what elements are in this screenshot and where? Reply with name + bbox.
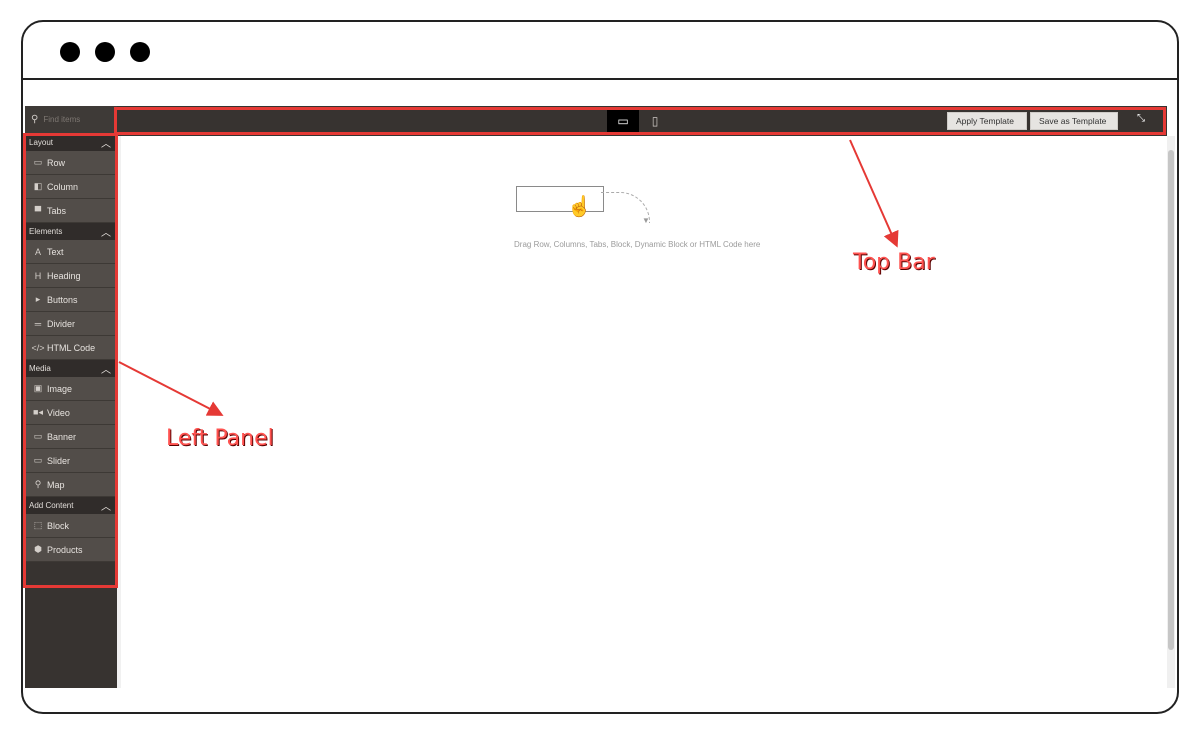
top-bar-callout: Top Bar — [853, 250, 935, 275]
search-icon: ⚲ — [31, 114, 39, 125]
left-panel-highlight — [23, 133, 118, 588]
window-dot-icon — [60, 42, 80, 62]
scrollbar[interactable] — [1167, 136, 1175, 688]
arrow-head-icon: ▼ — [642, 216, 650, 225]
top-bar-highlight — [114, 107, 1166, 135]
window-dot-icon — [95, 42, 115, 62]
search-input[interactable] — [43, 115, 104, 124]
left-panel-callout: Left Panel — [166, 426, 274, 451]
page-builder: ⚲ Layout︿▭Row◧Column▀TabsElements︿ATextH… — [25, 106, 1175, 688]
stage-canvas[interactable]: ☝ ▼ Drag Row, Columns, Tabs, Block, Dyna… — [117, 136, 1167, 688]
search-box[interactable]: ⚲ — [25, 106, 117, 134]
scrollbar-thumb[interactable] — [1168, 150, 1174, 650]
drop-instructions: Drag Row, Columns, Tabs, Block, Dynamic … — [514, 240, 761, 249]
window-dot-icon — [130, 42, 150, 62]
hand-icon: ☝ — [567, 196, 592, 218]
window-header — [23, 22, 1177, 80]
